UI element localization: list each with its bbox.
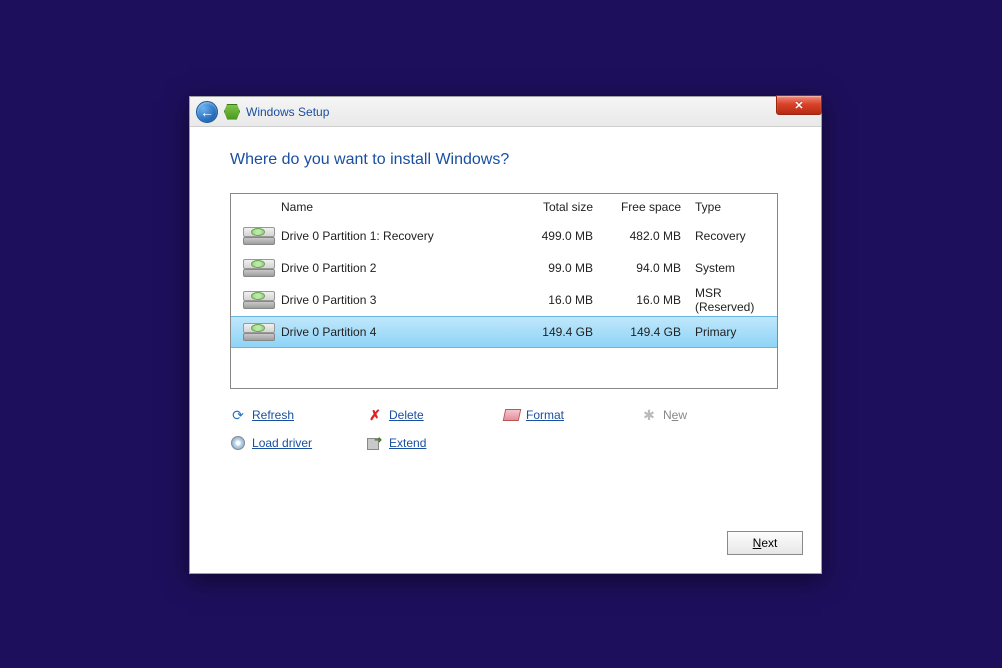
window-title: Windows Setup	[246, 105, 329, 119]
partition-free: 149.4 GB	[599, 325, 687, 339]
refresh-icon: ⟳	[230, 407, 246, 423]
format-label: Format	[526, 408, 564, 422]
partition-total: 149.4 GB	[503, 325, 599, 339]
table-row[interactable]: Drive 0 Partition 4149.4 GB149.4 GBPrima…	[231, 316, 777, 348]
table-row[interactable]: Drive 0 Partition 299.0 MB94.0 MBSystem	[231, 252, 777, 284]
new-icon: ✱	[641, 407, 657, 423]
refresh-action[interactable]: ⟳ Refresh	[230, 401, 367, 429]
load-driver-action[interactable]: Load driver	[230, 429, 367, 457]
actions-row: ⟳ Refresh ✗ Delete Format ✱ New Load dri…	[230, 401, 778, 457]
close-icon: ✕	[794, 99, 803, 112]
refresh-label: Refresh	[252, 408, 294, 422]
partition-type: System	[687, 261, 777, 275]
disk-icon	[231, 227, 275, 245]
cd-icon	[230, 435, 246, 451]
disk-icon	[231, 291, 275, 309]
partition-total: 499.0 MB	[503, 229, 599, 243]
partition-free: 482.0 MB	[599, 229, 687, 243]
header-free-space[interactable]: Free space	[599, 200, 687, 214]
table-row[interactable]: Drive 0 Partition 1: Recovery499.0 MB482…	[231, 220, 777, 252]
titlebar: ← Windows Setup ✕	[190, 97, 821, 127]
disk-icon	[231, 323, 275, 341]
close-button[interactable]: ✕	[776, 95, 822, 115]
new-label: New	[663, 408, 687, 422]
header-total-size[interactable]: Total size	[503, 200, 599, 214]
table-body: Drive 0 Partition 1: Recovery499.0 MB482…	[231, 220, 777, 348]
partition-name: Drive 0 Partition 1: Recovery	[275, 229, 503, 243]
back-arrow-icon: ←	[200, 105, 214, 119]
format-action[interactable]: Format	[504, 401, 641, 429]
partition-type: MSR (Reserved)	[687, 286, 777, 314]
delete-action[interactable]: ✗ Delete	[367, 401, 504, 429]
format-icon	[504, 407, 520, 423]
extend-action[interactable]: Extend	[367, 429, 504, 457]
setup-window: ← Windows Setup ✕ Where do you want to i…	[189, 96, 822, 574]
partition-type: Recovery	[687, 229, 777, 243]
delete-icon: ✗	[367, 407, 383, 423]
content-area: Where do you want to install Windows? Na…	[190, 127, 821, 457]
setup-icon	[224, 104, 240, 120]
table-row[interactable]: Drive 0 Partition 316.0 MB16.0 MBMSR (Re…	[231, 284, 777, 316]
partition-total: 99.0 MB	[503, 261, 599, 275]
disk-icon	[231, 259, 275, 277]
header-type[interactable]: Type	[687, 200, 777, 214]
partition-name: Drive 0 Partition 4	[275, 325, 503, 339]
delete-label: Delete	[389, 408, 424, 422]
header-name[interactable]: Name	[275, 200, 503, 214]
partition-free: 16.0 MB	[599, 293, 687, 307]
load-driver-label: Load driver	[252, 436, 312, 450]
extend-icon	[367, 435, 383, 451]
new-action: ✱ New	[641, 401, 778, 429]
partition-type: Primary	[687, 325, 777, 339]
extend-label: Extend	[389, 436, 426, 450]
partition-total: 16.0 MB	[503, 293, 599, 307]
partition-table: Name Total size Free space Type Drive 0 …	[230, 193, 778, 389]
partition-free: 94.0 MB	[599, 261, 687, 275]
page-heading: Where do you want to install Windows?	[230, 151, 781, 169]
back-button[interactable]: ←	[196, 101, 218, 123]
next-button[interactable]: Next	[727, 531, 803, 555]
partition-name: Drive 0 Partition 2	[275, 261, 503, 275]
partition-name: Drive 0 Partition 3	[275, 293, 503, 307]
table-header: Name Total size Free space Type	[231, 194, 777, 220]
